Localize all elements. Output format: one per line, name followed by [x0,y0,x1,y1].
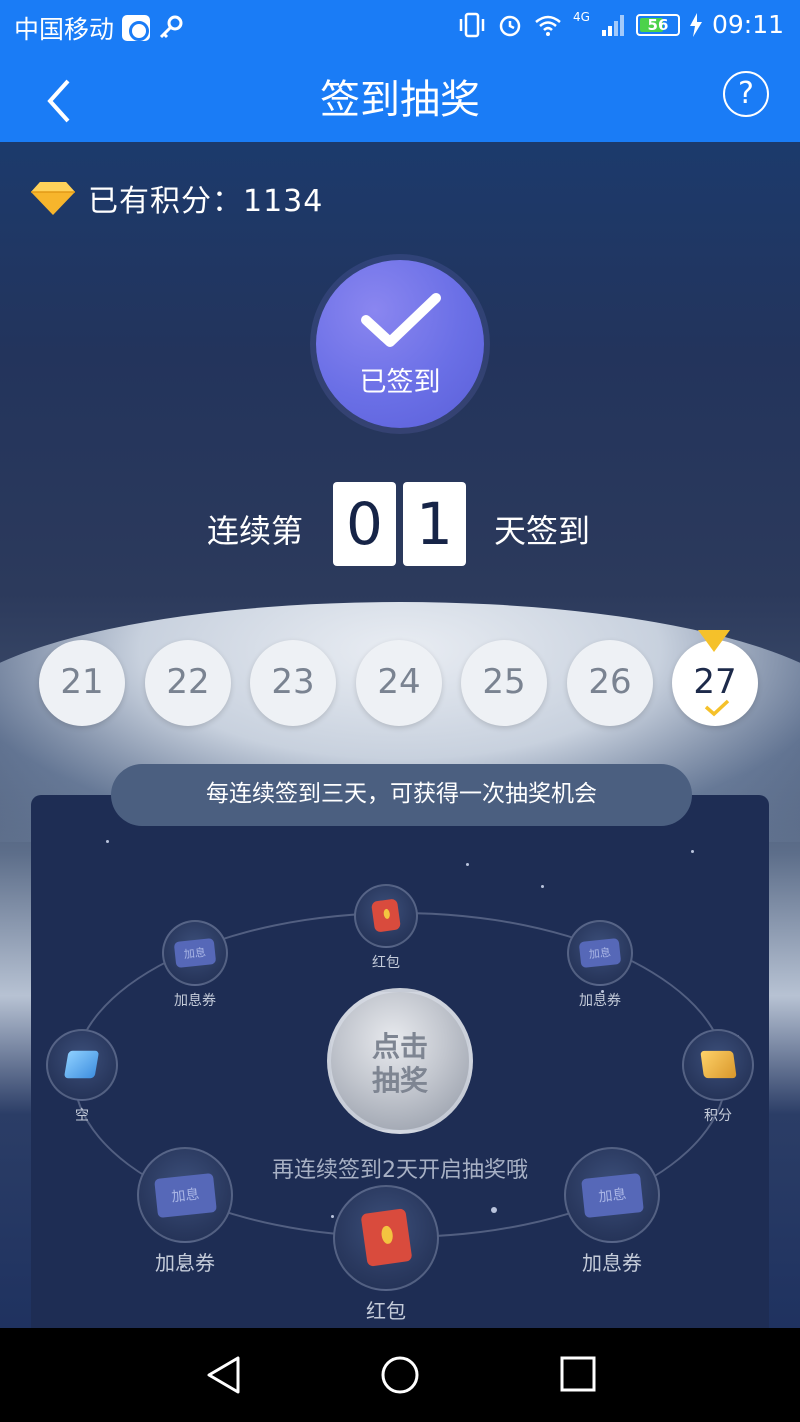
signed-in-label: 已签到 [359,367,441,398]
help-button[interactable]: ? [723,71,769,117]
prize-red-packet-bottom: 红包 [331,1185,441,1324]
today-marker-icon [698,630,730,652]
notification-app-icon [122,15,151,41]
prize-label: 加息券 [579,993,621,1009]
draw-lottery-button[interactable]: 点击 抽奖 [327,988,473,1134]
day-21: 21 [39,640,125,726]
red-packet-icon [360,1208,412,1268]
network-type: 4G [573,9,590,24]
streak-prefix: 连续第 [207,512,304,550]
points-summary: 已有积分：1134 [30,176,323,220]
day-25: 25 [461,640,547,726]
check-icon [361,293,441,347]
streak-suffix: 天签到 [494,512,591,550]
red-packet-icon [370,898,402,934]
draw-reminder: 再连续签到2天开启抽奖哦 [272,1158,528,1183]
streak-digit-ones: 1 [403,482,466,566]
vibrate-icon [459,12,485,37]
battery-level: 56 [647,15,669,34]
day-strip: 21 22 23 24 25 26 27 [0,630,800,726]
day-22: 22 [145,640,231,726]
charging-icon [689,12,702,37]
prize-points-right: 积分 [680,1029,756,1125]
signal-icon [601,14,624,36]
nav-home-icon[interactable] [380,1355,420,1395]
prize-label: 加息券 [582,1251,642,1275]
today-check-icon [704,699,730,717]
points-label: 已有积分：1134 [88,184,324,219]
draw-button-line1: 点击 [371,1030,428,1063]
day-23: 23 [250,640,336,726]
key-icon [159,15,183,39]
ticket-icon: 加息 [173,937,217,969]
draw-button-line2: 抽奖 [371,1064,428,1097]
status-bar: 中国移动 4G 56 09:11 [0,0,800,53]
system-navigation-bar [0,1328,800,1422]
checkin-scene: 已有积分：1134 已签到 连续第 0 1 天签到 21 22 23 24 25… [0,142,800,1328]
ticket-icon: 加息 [578,937,622,969]
prize-coupon-upper-left: 加息 加息券 [155,920,235,1010]
alarm-icon [499,15,521,36]
prize-label: 加息券 [174,993,216,1009]
prize-label: 红包 [372,955,400,971]
clock: 09:11 [711,10,784,39]
prize-label: 加息券 [155,1251,215,1275]
prize-label: 红包 [366,1299,406,1323]
signed-in-button[interactable]: 已签到 [316,260,484,428]
prize-red-packet-top: 红包 [346,884,426,972]
lottery-tip: 每连续签到三天，可获得一次抽奖机会 [111,764,692,826]
gold-block-icon [699,1051,737,1079]
nav-back-icon[interactable] [204,1355,244,1395]
prize-empty-left: 空 [44,1029,120,1125]
wifi-icon [535,15,561,36]
carrier-name: 中国移动 [14,15,115,44]
day-26: 26 [567,640,653,726]
streak-counter: 连续第 0 1 天签到 [0,482,800,566]
prize-label: 积分 [704,1108,732,1124]
diamond-icon [31,182,75,215]
streak-digit-tens: 0 [333,482,396,566]
prize-coupon-upper-right: 加息 加息券 [560,920,640,1010]
page-title: 签到抽奖 [320,77,480,123]
battery-icon: 56 [635,13,680,36]
nav-recents-icon[interactable] [559,1355,597,1393]
blue-block-icon [64,1051,100,1079]
nav-bar: 签到抽奖 ? [0,53,800,142]
day-24: 24 [356,640,442,726]
prize-label: 空 [75,1108,89,1124]
